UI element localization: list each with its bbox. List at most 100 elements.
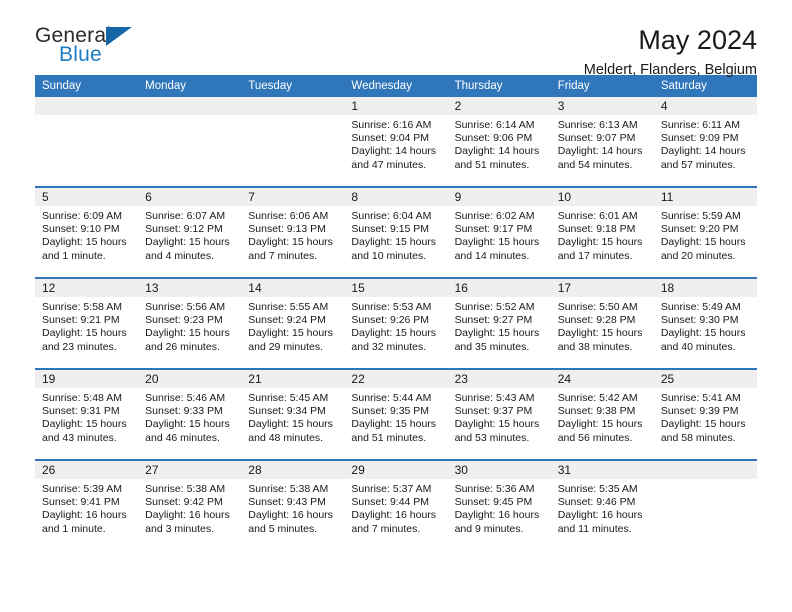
day-number: 7 <box>241 188 345 206</box>
day-cell[interactable]: 16 Sunrise: 5:52 AM Sunset: 9:27 PM Dayl… <box>447 277 551 369</box>
daylight-text-line1: Daylight: 15 hours <box>248 327 333 340</box>
day-number: 29 <box>344 461 448 479</box>
day-details <box>35 115 138 119</box>
daylight-text-line2: and 14 minutes. <box>454 249 530 262</box>
day-cell[interactable]: 20 Sunrise: 5:46 AM Sunset: 9:33 PM Dayl… <box>138 368 242 460</box>
daylight-text-line2: and 23 minutes. <box>42 340 117 353</box>
sunrise-text: Sunrise: 5:56 AM <box>145 301 226 313</box>
day-cell[interactable]: 13 Sunrise: 5:56 AM Sunset: 9:23 PM Dayl… <box>138 277 242 369</box>
day-cell[interactable]: 30 Sunrise: 5:36 AM Sunset: 9:45 PM Dayl… <box>447 459 551 550</box>
sunset-text: Sunset: 9:12 PM <box>145 223 223 236</box>
daylight-text-line2: and 1 minute. <box>42 249 106 262</box>
day-details <box>654 479 757 483</box>
day-details <box>241 115 344 119</box>
day-cell[interactable]: 19 Sunrise: 5:48 AM Sunset: 9:31 PM Dayl… <box>35 368 139 460</box>
daylight-text-line2: and 38 minutes. <box>557 340 633 353</box>
day-cell[interactable]: 3 Sunrise: 6:13 AM Sunset: 9:07 PM Dayli… <box>550 97 654 187</box>
title-block: May 2024 Meldert, Flanders, Belgium <box>584 24 757 79</box>
day-cell[interactable]: 14 Sunrise: 5:55 AM Sunset: 9:24 PM Dayl… <box>241 277 345 369</box>
sunset-text: Sunset: 9:17 PM <box>454 223 533 236</box>
day-cell[interactable]: 12 Sunrise: 5:58 AM Sunset: 9:21 PM Dayl… <box>35 277 139 369</box>
sunrise-text: Sunrise: 5:43 AM <box>454 392 535 404</box>
day-cell[interactable]: 24 Sunrise: 5:42 AM Sunset: 9:38 PM Dayl… <box>550 368 654 460</box>
sunrise-text: Sunrise: 5:58 AM <box>42 301 122 313</box>
daylight-text-line1: Daylight: 15 hours <box>42 418 127 431</box>
sunset-text: Sunset: 9:04 PM <box>351 132 430 145</box>
sunset-text: Sunset: 9:35 PM <box>351 405 430 418</box>
sunrise-text: Sunrise: 5:35 AM <box>557 483 638 495</box>
day-cell[interactable]: 25 Sunrise: 5:41 AM Sunset: 9:39 PM Dayl… <box>653 368 757 460</box>
daylight-text-line2: and 56 minutes. <box>557 431 633 444</box>
day-details: Sunrise: 5:59 AM Sunset: 9:20 PM Dayligh… <box>654 206 757 263</box>
day-number: 6 <box>138 188 242 206</box>
day-cell[interactable]: 9 Sunrise: 6:02 AM Sunset: 9:17 PM Dayli… <box>447 186 551 278</box>
sunset-text: Sunset: 9:30 PM <box>660 314 739 327</box>
day-cell[interactable]: 22 Sunrise: 5:44 AM Sunset: 9:35 PM Dayl… <box>344 368 448 460</box>
day-number: 28 <box>241 461 345 479</box>
day-details: Sunrise: 6:04 AM Sunset: 9:15 PM Dayligh… <box>344 206 447 263</box>
day-details: Sunrise: 5:48 AM Sunset: 9:31 PM Dayligh… <box>35 388 138 445</box>
day-cell[interactable]: 26 Sunrise: 5:39 AM Sunset: 9:41 PM Dayl… <box>35 459 139 550</box>
day-cell[interactable]: 5 Sunrise: 6:09 AM Sunset: 9:10 PM Dayli… <box>35 186 139 278</box>
day-cell[interactable]: 4 Sunrise: 6:11 AM Sunset: 9:09 PM Dayli… <box>653 97 757 187</box>
day-cell[interactable] <box>138 97 242 187</box>
day-cell[interactable]: 2 Sunrise: 6:14 AM Sunset: 9:06 PM Dayli… <box>447 97 551 187</box>
week-row: 12 Sunrise: 5:58 AM Sunset: 9:21 PM Dayl… <box>35 277 757 369</box>
day-cell[interactable]: 7 Sunrise: 6:06 AM Sunset: 9:13 PM Dayli… <box>241 186 345 278</box>
day-cell[interactable]: 27 Sunrise: 5:38 AM Sunset: 9:42 PM Dayl… <box>138 459 242 550</box>
weekday-header-monday: Monday <box>138 75 242 97</box>
day-details: Sunrise: 6:07 AM Sunset: 9:12 PM Dayligh… <box>138 206 241 263</box>
day-cell[interactable]: 8 Sunrise: 6:04 AM Sunset: 9:15 PM Dayli… <box>344 186 448 278</box>
weekday-header-thursday: Thursday <box>447 75 551 97</box>
day-details: Sunrise: 5:42 AM Sunset: 9:38 PM Dayligh… <box>551 388 654 445</box>
sunrise-sunset-calendar: Sunday Monday Tuesday Wednesday Thursday… <box>35 75 757 550</box>
day-cell[interactable]: 11 Sunrise: 5:59 AM Sunset: 9:20 PM Dayl… <box>653 186 757 278</box>
daylight-text-line1: Daylight: 15 hours <box>454 418 540 431</box>
day-cell[interactable]: 29 Sunrise: 5:37 AM Sunset: 9:44 PM Dayl… <box>344 459 448 550</box>
week-row: 1 Sunrise: 6:16 AM Sunset: 9:04 PM Dayli… <box>35 97 757 187</box>
sunset-text: Sunset: 9:42 PM <box>145 496 223 509</box>
logo-triangle-icon <box>106 27 132 46</box>
day-details: Sunrise: 6:06 AM Sunset: 9:13 PM Dayligh… <box>241 206 344 263</box>
weekday-header-wednesday: Wednesday <box>344 75 448 97</box>
day-details: Sunrise: 5:38 AM Sunset: 9:43 PM Dayligh… <box>241 479 344 536</box>
day-cell[interactable]: 1 Sunrise: 6:16 AM Sunset: 9:04 PM Dayli… <box>344 97 448 187</box>
sunset-text: Sunset: 9:18 PM <box>557 223 636 236</box>
day-cell[interactable]: 31 Sunrise: 5:35 AM Sunset: 9:46 PM Dayl… <box>550 459 654 550</box>
day-number: 12 <box>35 279 139 297</box>
page-title: May 2024 <box>638 25 757 55</box>
daylight-text-line2: and 20 minutes. <box>660 249 736 262</box>
day-number <box>653 461 757 479</box>
day-number: 23 <box>447 370 551 388</box>
daylight-text-line2: and 58 minutes. <box>660 431 736 444</box>
day-cell[interactable]: 28 Sunrise: 5:38 AM Sunset: 9:43 PM Dayl… <box>241 459 345 550</box>
day-cell[interactable]: 18 Sunrise: 5:49 AM Sunset: 9:30 PM Dayl… <box>653 277 757 369</box>
general-blue-logo[interactable]: General Blue <box>35 24 155 70</box>
day-cell[interactable]: 15 Sunrise: 5:53 AM Sunset: 9:26 PM Dayl… <box>344 277 448 369</box>
day-details: Sunrise: 5:56 AM Sunset: 9:23 PM Dayligh… <box>138 297 241 354</box>
day-cell[interactable] <box>35 97 139 187</box>
day-cell[interactable]: 10 Sunrise: 6:01 AM Sunset: 9:18 PM Dayl… <box>550 186 654 278</box>
sunset-text: Sunset: 9:24 PM <box>248 314 326 327</box>
daylight-text-line1: Daylight: 15 hours <box>248 236 333 249</box>
day-cell[interactable] <box>653 459 757 550</box>
daylight-text-line2: and 54 minutes. <box>557 158 633 171</box>
day-cell[interactable]: 23 Sunrise: 5:43 AM Sunset: 9:37 PM Dayl… <box>447 368 551 460</box>
sunrise-text: Sunrise: 5:52 AM <box>454 301 535 313</box>
day-number: 10 <box>550 188 654 206</box>
sunset-text: Sunset: 9:28 PM <box>557 314 636 327</box>
sunset-text: Sunset: 9:34 PM <box>248 405 326 418</box>
sunset-text: Sunset: 9:41 PM <box>42 496 120 509</box>
sunset-text: Sunset: 9:39 PM <box>660 405 739 418</box>
daylight-text-line1: Daylight: 16 hours <box>454 509 540 522</box>
day-details: Sunrise: 6:16 AM Sunset: 9:04 PM Dayligh… <box>344 115 447 172</box>
day-number <box>241 97 345 115</box>
day-cell[interactable] <box>241 97 345 187</box>
daylight-text-line1: Daylight: 16 hours <box>42 509 127 522</box>
page-header: General Blue May 2024 Meldert, Flanders,… <box>35 0 757 78</box>
day-details: Sunrise: 5:53 AM Sunset: 9:26 PM Dayligh… <box>344 297 447 354</box>
day-cell[interactable]: 21 Sunrise: 5:45 AM Sunset: 9:34 PM Dayl… <box>241 368 345 460</box>
day-cell[interactable]: 6 Sunrise: 6:07 AM Sunset: 9:12 PM Dayli… <box>138 186 242 278</box>
day-cell[interactable]: 17 Sunrise: 5:50 AM Sunset: 9:28 PM Dayl… <box>550 277 654 369</box>
day-details: Sunrise: 5:46 AM Sunset: 9:33 PM Dayligh… <box>138 388 241 445</box>
